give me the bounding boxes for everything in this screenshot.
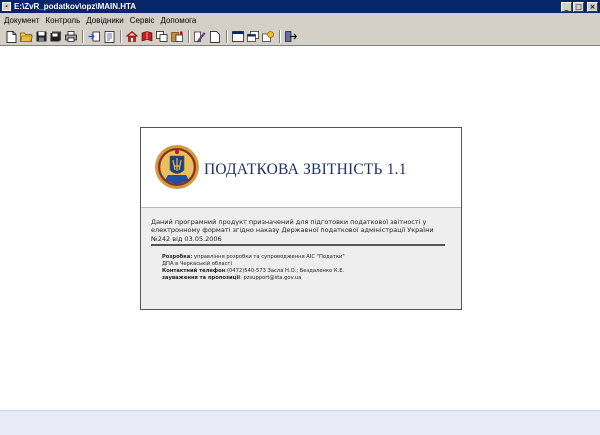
- window-icon[interactable]: [231, 30, 245, 44]
- menu-document[interactable]: Документ: [4, 16, 40, 25]
- blank-page-icon[interactable]: [208, 30, 222, 44]
- toolbar-separator: [82, 30, 84, 43]
- windows-icon[interactable]: [246, 30, 260, 44]
- menu-help[interactable]: Допомога: [160, 16, 196, 25]
- phone-label: Контактний телефон: [162, 268, 226, 274]
- home-icon[interactable]: [125, 30, 139, 44]
- edit-pen-icon[interactable]: [193, 30, 207, 44]
- remarks-label: зауваження та пропозиції: [162, 275, 241, 281]
- developer-line: Розробка: управління розробки та супрово…: [162, 254, 452, 261]
- save-icon[interactable]: [34, 30, 48, 44]
- about-panel: ПОДАТКОВА ЗВІТНІСТЬ 1.1 Даний програмний…: [140, 127, 462, 310]
- toolbar-separator: [279, 30, 281, 43]
- print-icon[interactable]: [64, 30, 78, 44]
- open-folder-icon[interactable]: [19, 30, 33, 44]
- tax-emblem-icon: [153, 142, 201, 192]
- app-title: ПОДАТКОВА ЗВІТНІСТЬ 1.1: [204, 161, 407, 178]
- menu-bar: Документ Контроль Довідники Сервіс Допом…: [0, 13, 600, 28]
- clipboard-icon[interactable]: [170, 30, 184, 44]
- new-document-icon[interactable]: [4, 30, 18, 44]
- copy-icon[interactable]: [155, 30, 169, 44]
- layer-icon[interactable]: [261, 30, 275, 44]
- app-icon: ▪: [2, 2, 11, 11]
- phone-value: :(0472)540-573 Засла Н.О.; Бездаленко К.…: [225, 268, 345, 274]
- remarks-line: зауваження та пропозиції: pzsupport@sta.…: [162, 275, 452, 282]
- about-info-section: Даний програмний продукт призначений для…: [141, 207, 461, 309]
- developer-org: ДПА в Черкаській області: [162, 261, 232, 267]
- developer-value: управління розробки та супроводження АІС…: [194, 254, 345, 260]
- exit-icon[interactable]: [284, 30, 298, 44]
- developer-label: Розробка:: [162, 254, 193, 260]
- toolbar: [0, 28, 600, 46]
- menu-control[interactable]: Контроль: [46, 16, 81, 25]
- save-all-icon[interactable]: [49, 30, 63, 44]
- divider: [151, 244, 445, 246]
- menu-service[interactable]: Сервіс: [130, 16, 155, 25]
- remarks-value[interactable]: : pzsupport@sta.gov.ua: [240, 275, 301, 281]
- toolbar-separator: [226, 30, 228, 43]
- window-title: E:\ZvR_podatkov\opz\MAIN.HTA: [14, 2, 137, 11]
- toolbar-separator: [188, 30, 190, 43]
- report-icon[interactable]: [102, 30, 116, 44]
- bottom-bar: [0, 410, 600, 435]
- export-icon[interactable]: [87, 30, 101, 44]
- close-button[interactable]: ×: [587, 1, 598, 12]
- title-bar[interactable]: ▪ E:\ZvR_podatkov\opz\MAIN.HTA _ □ ×: [0, 0, 600, 13]
- minimize-button[interactable]: _: [561, 1, 572, 12]
- menu-references[interactable]: Довідники: [86, 16, 124, 25]
- book-icon[interactable]: [140, 30, 154, 44]
- maximize-button[interactable]: □: [573, 1, 584, 12]
- phone-line: Контактний телефон:(0472)540-573 Засла Н…: [162, 268, 452, 275]
- toolbar-separator: [120, 30, 122, 43]
- developer-info: Розробка: управління розробки та супрово…: [162, 254, 452, 282]
- product-description: Даний програмний продукт призначений для…: [151, 218, 434, 243]
